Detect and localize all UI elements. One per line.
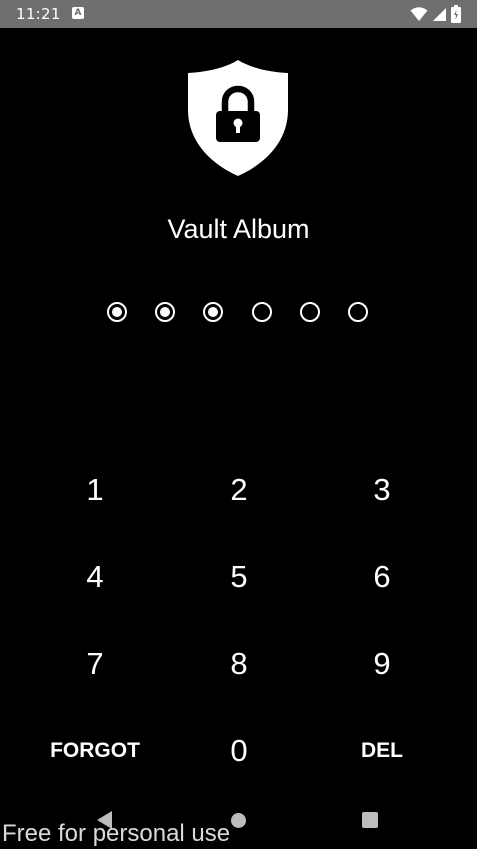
pin-dot-filled <box>107 302 127 322</box>
key-7[interactable]: 7 <box>25 634 165 694</box>
key-5[interactable]: 5 <box>169 547 309 607</box>
a-icon: A <box>72 7 84 19</box>
pin-dot-empty <box>300 302 320 322</box>
pin-dot-filled <box>155 302 175 322</box>
status-bar: 11:21 A <box>0 0 477 28</box>
pin-dot-empty <box>348 302 368 322</box>
status-icons <box>410 5 461 23</box>
signal-icon <box>433 8 446 21</box>
status-time: 11:21 <box>16 5 61 23</box>
key-2[interactable]: 2 <box>169 460 309 520</box>
wifi-icon <box>410 7 428 21</box>
watermark-text: Free for personal use <box>2 820 231 847</box>
battery-icon <box>451 5 461 23</box>
lock-screen: 11:21 A Vault Album 1 2 3 4 5 6 7 8 9 FO… <box>0 0 477 849</box>
key-9[interactable]: 9 <box>312 634 452 694</box>
forgot-button[interactable]: FORGOT <box>25 721 165 781</box>
key-1[interactable]: 1 <box>25 460 165 520</box>
key-6[interactable]: 6 <box>312 547 452 607</box>
recents-icon[interactable] <box>362 812 378 828</box>
home-icon[interactable] <box>231 813 246 828</box>
pin-dot-empty <box>252 302 272 322</box>
key-3[interactable]: 3 <box>312 460 452 520</box>
pin-indicator <box>105 302 373 326</box>
delete-button[interactable]: DEL <box>312 721 452 781</box>
pin-dot-filled <box>203 302 223 322</box>
key-4[interactable]: 4 <box>25 547 165 607</box>
app-title: Vault Album <box>167 214 310 244</box>
key-8[interactable]: 8 <box>169 634 309 694</box>
shield-lock-icon <box>188 60 288 176</box>
key-0[interactable]: 0 <box>169 721 309 781</box>
